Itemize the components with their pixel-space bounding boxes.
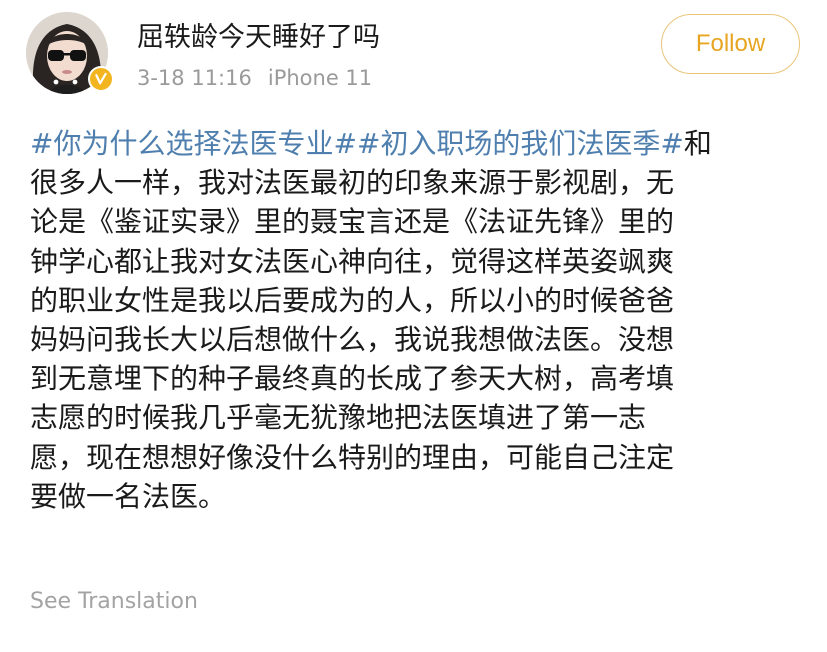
post-text-line: 很多人一样，我对法医最初的印象来源于影视剧，无 — [30, 163, 810, 202]
post-content: #你为什么选择法医专业##初入职场的我们法医季#和 很多人一样，我对法医最初的印象… — [30, 124, 810, 516]
post-text: 很多人一样，我对法医最初的印象来源于影视剧，无 — [30, 166, 675, 200]
post-text: 和 — [683, 127, 712, 160]
verified-badge-icon — [88, 66, 114, 92]
post-text-line: 到无意埋下的种子最终真的长成了参天大树，高考填 — [30, 359, 810, 398]
post-meta: 3-18 11:16 iPhone 11 — [137, 64, 372, 92]
post-text: 妈妈问我长大以后想做什么，我说我想做法医。没想 — [30, 322, 675, 356]
post-text-line: 愿，现在想想好像没什么特别的理由，可能自己注定 — [30, 438, 810, 477]
post-text: 的职业女性是我以后要成为的人，所以小的时候爸爸 — [30, 283, 675, 317]
post-timestamp: 3-18 11:16 — [137, 66, 252, 90]
weibo-post: 屈轶龄今天睡好了吗 3-18 11:16 iPhone 11 Follow #你为… — [0, 0, 827, 652]
post-text: 志愿的时候我几乎毫无犹豫地把法医填进了第一志 — [30, 401, 647, 435]
post-text-line: 论是《鉴证实录》里的聂宝言还是《法证先锋》里的 — [30, 202, 810, 241]
post-text-line: 钟学心都让我对女法医心神向往，觉得这样英姿飒爽 — [30, 242, 810, 281]
see-translation-link[interactable]: See Translation — [30, 586, 198, 618]
post-text-line: 要做一名法医。 — [30, 477, 810, 516]
post-text-line: 志愿的时候我几乎毫无犹豫地把法医填进了第一志 — [30, 398, 810, 437]
hashtag-link[interactable]: #你为什么选择法医专业# — [30, 127, 357, 160]
verified-v-icon — [95, 72, 107, 85]
author-name[interactable]: 屈轶龄今天睡好了吗 — [137, 20, 380, 56]
hashtag-link[interactable]: #初入职场的我们法医季# — [357, 127, 684, 160]
post-text: 要做一名法医。 — [30, 479, 227, 513]
post-text: 钟学心都让我对女法医心神向往，觉得这样英姿飒爽 — [30, 244, 675, 278]
post-device: iPhone 11 — [267, 66, 373, 90]
follow-button[interactable]: Follow — [661, 14, 800, 74]
post-text: 论是《鉴证实录》里的聂宝言还是《法证先锋》里的 — [30, 205, 675, 239]
post-text: 愿，现在想想好像没什么特别的理由，可能自己注定 — [30, 440, 675, 474]
post-text-line: #你为什么选择法医专业##初入职场的我们法医季#和 — [30, 124, 810, 163]
post-text-line: 妈妈问我长大以后想做什么，我说我想做法医。没想 — [30, 320, 810, 359]
post-text-line: 的职业女性是我以后要成为的人，所以小的时候爸爸 — [30, 281, 810, 320]
post-text: 到无意埋下的种子最终真的长成了参天大树，高考填 — [30, 362, 675, 396]
